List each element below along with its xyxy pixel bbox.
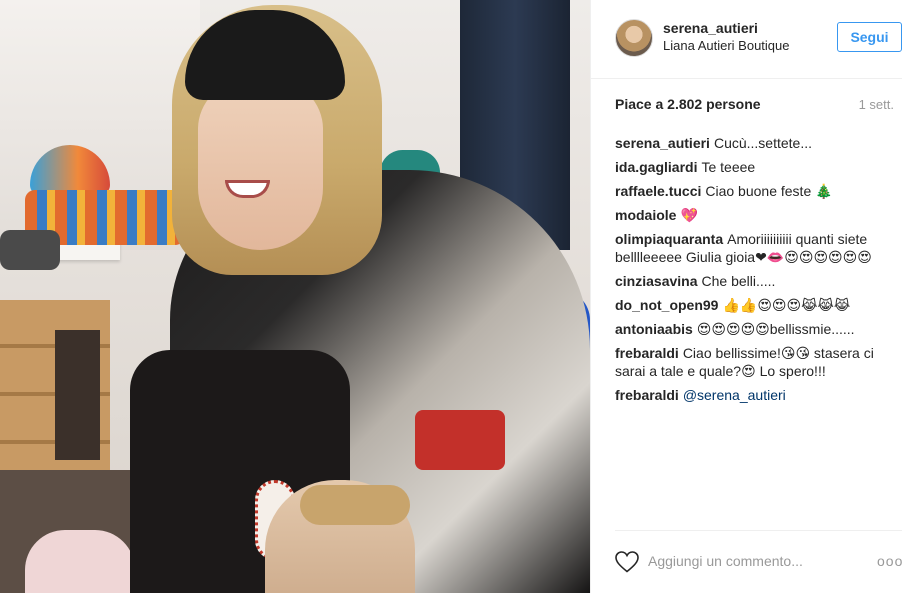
post-photo[interactable] [0,0,590,593]
comment-text: 😍😍😍😍😍bellissmie...... [696,321,855,337]
likes-count[interactable]: Piace a 2.802 persone [615,96,761,112]
comment-username[interactable]: frebaraldi [615,345,679,361]
post-time[interactable]: 1 sett. [859,97,894,112]
comment-item: frebaraldi Ciao bellissime!😘😘 stasera ci … [615,344,902,380]
comment-text: Te teeee [701,159,756,175]
post-header: serena_autieri Liana Autieri Boutique Se… [591,0,902,79]
comment-item: do_not_open99 👍👍😍😍😍😹😹😹 [615,296,902,314]
photo-face [198,80,323,250]
more-options-icon[interactable]: ooo [877,553,902,569]
photo-red-lining [415,410,505,470]
comment-item: antoniaabis 😍😍😍😍😍bellissmie...... [615,320,902,338]
photo-boxes [55,330,100,460]
comment-username[interactable]: raffaele.tucci [615,183,701,199]
post-sidebar: serena_autieri Liana Autieri Boutique Se… [590,0,902,593]
comment-item: ida.gagliardi Te teeee [615,158,902,176]
photo-knitwear [0,230,60,270]
comment-username[interactable]: frebaraldi [615,387,679,403]
comment-item: serena_autieri Cucù...settete... [615,134,902,152]
comment-text: Cucù...settete... [713,135,813,151]
comment-username[interactable]: antoniaabis [615,321,693,337]
heart-icon[interactable] [615,551,639,573]
comment-item: frebaraldi @serena_autieri [615,386,902,404]
comment-item: raffaele.tucci Ciao buone feste 🎄 [615,182,902,200]
photo-pink-garment [25,530,135,593]
comment-text: 👍👍😍😍😍😹😹😹 [722,297,851,313]
comment-username[interactable]: ida.gagliardi [615,159,697,175]
add-comment-input[interactable]: Aggiungi un commento... [648,553,803,569]
comment-text: 💖 [680,207,698,223]
add-comment-bar: Aggiungi un commento... ooo [615,530,902,593]
comment-item: olimpiaquaranta Amoriiiiiiiiii quanti sie… [615,230,902,266]
comment-list: serena_autieri Cucù...settete... ida.gagl… [615,134,902,410]
comment-username[interactable]: olimpiaquaranta [615,231,723,247]
comment-mention[interactable]: @serena_autieri [683,387,786,403]
comment-text: Ciao buone feste 🎄 [705,183,833,199]
author-username[interactable]: serena_autieri [663,20,758,36]
comment-item: cinziasavina Che belli..... [615,272,902,290]
comment-username[interactable]: serena_autieri [615,135,710,151]
photo-child-hair [300,485,410,525]
comment-username[interactable]: modaiole [615,207,676,223]
comment-username[interactable]: do_not_open99 [615,297,718,313]
comment-text: Che belli..... [701,273,776,289]
comment-item: modaiole 💖 [615,206,902,224]
comment-username[interactable]: cinziasavina [615,273,698,289]
profile-avatar[interactable] [615,19,653,57]
follow-button[interactable]: Segui [837,22,902,52]
post-location[interactable]: Liana Autieri Boutique [663,38,789,53]
